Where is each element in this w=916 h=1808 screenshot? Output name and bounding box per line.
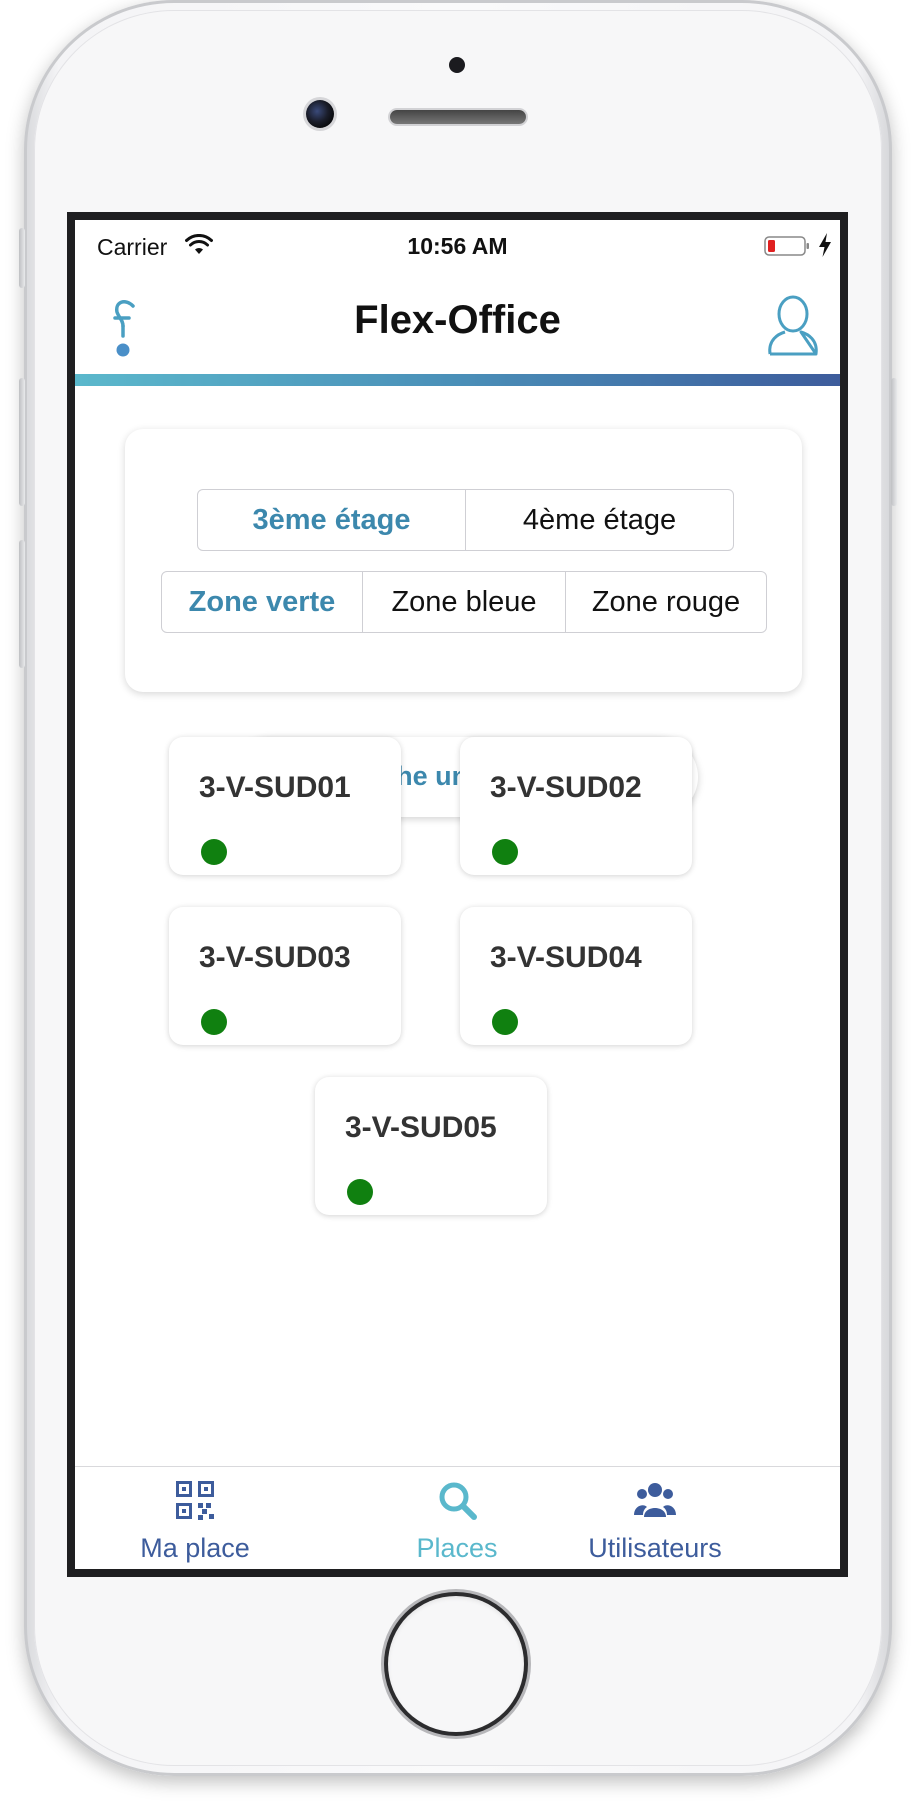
tab-places-label: Places [416, 1533, 498, 1563]
front-camera-icon [306, 100, 334, 128]
floor-option-4[interactable]: 4ème étage [465, 490, 733, 550]
tab-bar: Ma place Places Utilisateurs [75, 1466, 840, 1569]
status-bar: Carrier 10:56 AM [75, 220, 840, 272]
volume-up-button [19, 378, 25, 506]
charging-bolt-icon [819, 233, 831, 257]
qr-code-icon [176, 1481, 214, 1520]
zone-option-verte[interactable]: Zone verte [162, 572, 362, 632]
search-icon [439, 1482, 477, 1520]
desk-card[interactable]: 3-V-SUD04 [460, 907, 692, 1045]
zone-option-rouge[interactable]: Zone rouge [565, 572, 766, 632]
availability-indicator [347, 1179, 373, 1205]
earpiece-speaker [390, 110, 526, 124]
desk-card[interactable]: 3-V-SUD02 [460, 737, 692, 875]
home-button[interactable] [388, 1596, 524, 1732]
desk-card[interactable]: 3-V-SUD05 [315, 1077, 547, 1215]
zone-selector: Zone verte Zone bleue Zone rouge [161, 571, 767, 633]
zone-option-bleue[interactable]: Zone bleue [362, 572, 565, 632]
app-screen: Carrier 10:56 AM Flex-Office 3ème étage … [75, 220, 840, 1569]
battery-icon [764, 236, 809, 256]
desk-card[interactable]: 3-V-SUD03 [169, 907, 401, 1045]
proximity-sensor [449, 57, 465, 73]
tab-ma-place-label: Ma place [140, 1533, 250, 1563]
users-icon [634, 1483, 676, 1517]
status-time: 10:56 AM [407, 233, 508, 259]
tab-utilisateurs-label: Utilisateurs [588, 1533, 722, 1563]
floor-selector: 3ème étage 4ème étage [197, 489, 734, 551]
tab-ma-place[interactable]: Ma place [105, 1467, 285, 1569]
navigation-bar: Flex-Office [75, 272, 840, 380]
availability-indicator [492, 1009, 518, 1035]
volume-down-button [19, 540, 25, 668]
desk-name: 3-V-SUD05 [345, 1111, 497, 1144]
mute-switch [19, 228, 25, 288]
desk-name: 3-V-SUD04 [490, 941, 642, 974]
floor-option-3[interactable]: 3ème étage [198, 490, 465, 550]
desk-card[interactable]: 3-V-SUD01 [169, 737, 401, 875]
availability-indicator [492, 839, 518, 865]
page-title: Flex-Office [354, 298, 561, 342]
filter-card: 3ème étage 4ème étage Zone verte Zone bl… [125, 429, 802, 692]
power-button [891, 378, 897, 506]
tab-places[interactable]: Places [367, 1467, 547, 1569]
availability-indicator [201, 1009, 227, 1035]
desk-name: 3-V-SUD02 [490, 771, 642, 804]
user-profile-icon[interactable] [764, 294, 822, 358]
desk-name: 3-V-SUD03 [199, 941, 351, 974]
tab-utilisateurs[interactable]: Utilisateurs [545, 1467, 765, 1569]
availability-indicator [201, 839, 227, 865]
header-gradient-bar [75, 374, 840, 386]
desk-name: 3-V-SUD01 [199, 771, 351, 804]
